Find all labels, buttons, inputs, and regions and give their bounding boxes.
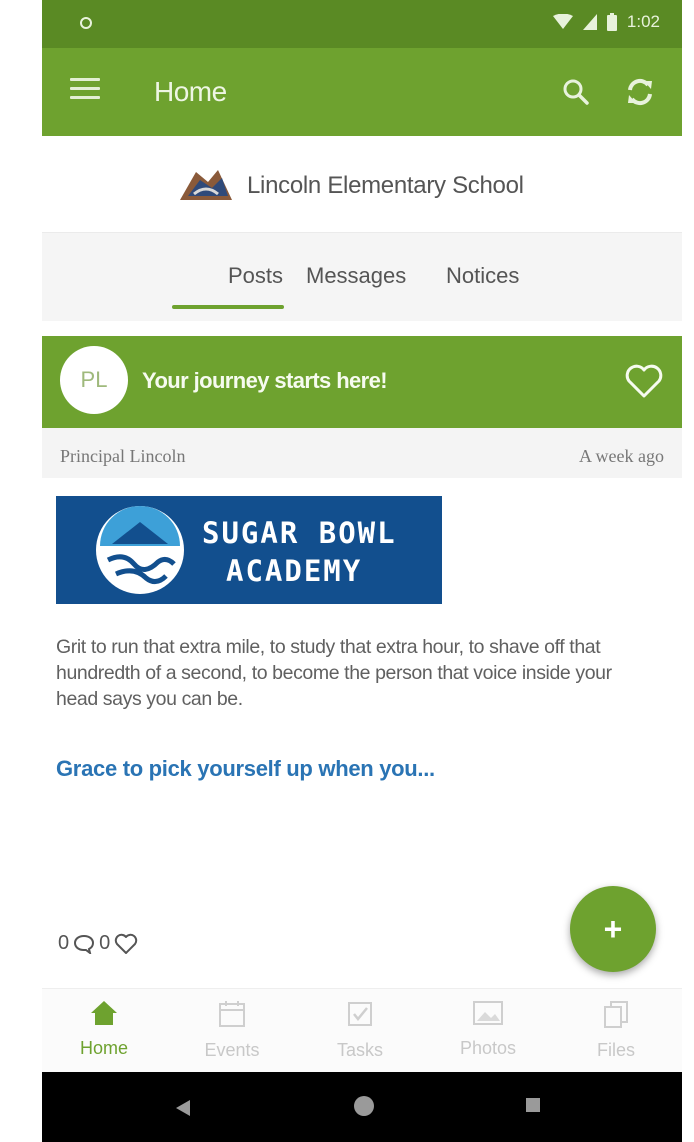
photos-icon xyxy=(473,1001,503,1025)
home-button-icon[interactable] xyxy=(354,1096,374,1116)
search-icon[interactable] xyxy=(562,78,590,106)
signal-icon xyxy=(582,14,597,30)
post-time: A week ago xyxy=(579,446,664,466)
status-icons: 1:02 xyxy=(552,12,660,32)
phone-screen: 1:02 Home Lincoln Elementary School Post… xyxy=(42,0,682,1142)
page-title: Home xyxy=(154,76,227,107)
post-header[interactable]: PL Your journey starts here! xyxy=(42,336,682,428)
refresh-icon[interactable] xyxy=(624,76,656,108)
status-bar: 1:02 xyxy=(42,0,682,48)
post-author: Principal Lincoln xyxy=(60,446,186,466)
banner-line2: ACADEMY xyxy=(226,554,363,588)
tab-posts[interactable]: Posts xyxy=(228,263,283,289)
post-title: Your journey starts here! xyxy=(142,368,388,393)
battery-icon xyxy=(606,13,617,31)
nav-photos-label: Photos xyxy=(459,1038,517,1058)
app-bar: Home xyxy=(42,48,682,136)
nav-files[interactable]: Files xyxy=(566,999,666,1061)
tasks-icon xyxy=(348,1002,372,1026)
tab-notices[interactable]: Notices xyxy=(446,263,519,289)
comments-button[interactable]: 0 xyxy=(58,932,95,955)
tab-bar: Posts Messages Notices xyxy=(42,232,682,321)
nav-tasks-label: Tasks xyxy=(336,1040,383,1060)
heart-icon[interactable] xyxy=(624,363,664,399)
menu-icon[interactable] xyxy=(70,78,100,104)
status-time: 1:02 xyxy=(626,12,660,31)
notification-icon xyxy=(80,17,92,29)
post-meta: Principal Lincoln A week ago xyxy=(42,428,682,478)
post-body: Grit to run that extra mile, to study th… xyxy=(56,636,612,710)
tab-messages[interactable]: Messages xyxy=(306,263,406,289)
post-banner-image: SUGAR BOWL ACADEMY xyxy=(56,496,442,604)
comment-icon xyxy=(74,934,95,954)
calendar-icon xyxy=(219,1001,245,1027)
home-icon xyxy=(91,1001,117,1025)
like-heart-icon xyxy=(115,933,138,954)
nav-events-label: Events xyxy=(204,1040,260,1060)
nav-home-label: Home xyxy=(79,1038,128,1058)
likes-button[interactable]: 0 xyxy=(99,932,138,955)
like-count: 0 xyxy=(99,932,111,954)
tab-indicator xyxy=(172,305,284,309)
back-icon[interactable] xyxy=(176,1100,190,1116)
nav-photos[interactable]: Photos xyxy=(438,999,538,1059)
nav-files-label: Files xyxy=(596,1040,635,1060)
avatar: PL xyxy=(60,346,128,414)
nav-home[interactable]: Home xyxy=(54,999,154,1059)
bottom-nav: Home Events Tasks Photos Files xyxy=(42,988,682,1073)
nav-events[interactable]: Events xyxy=(182,999,282,1061)
school-name: Lincoln Elementary School xyxy=(247,172,524,199)
school-header: Lincoln Elementary School xyxy=(42,136,682,232)
nav-tasks[interactable]: Tasks xyxy=(310,999,410,1061)
recent-apps-icon[interactable] xyxy=(526,1098,540,1112)
system-nav-bar xyxy=(42,1072,682,1142)
add-post-button[interactable]: + xyxy=(570,886,656,972)
read-more-link[interactable]: Grace to pick yourself up when you... xyxy=(56,756,435,782)
comment-count: 0 xyxy=(58,932,70,954)
files-icon xyxy=(604,1001,628,1028)
wifi-icon xyxy=(552,14,573,29)
post-stats: 0 0 xyxy=(58,932,138,955)
banner-line1: SUGAR BOWL xyxy=(202,516,397,550)
school-logo-icon xyxy=(180,170,232,200)
sugar-bowl-logo-icon xyxy=(96,506,184,594)
